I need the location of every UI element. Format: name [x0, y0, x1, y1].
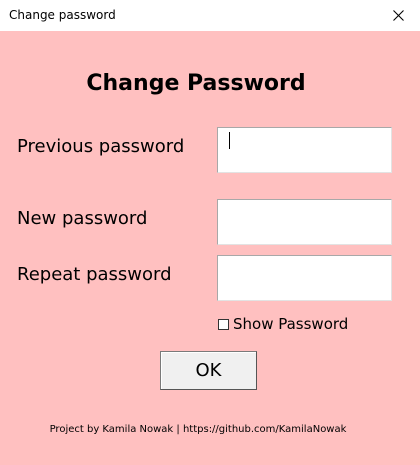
close-icon	[392, 10, 404, 21]
repeat-password-label: Repeat password	[17, 264, 172, 285]
repeat-password-input[interactable]	[217, 255, 392, 301]
title-bar: Change password	[0, 0, 420, 31]
ok-button[interactable]: OK	[160, 351, 257, 390]
checkbox-box[interactable]	[218, 318, 229, 330]
previous-password-input[interactable]	[217, 127, 392, 173]
text-caret	[229, 132, 230, 149]
new-password-label: New password	[17, 208, 148, 229]
form-heading: Change Password	[86, 71, 306, 96]
change-password-window: Change password Change Password Previous…	[0, 0, 420, 465]
previous-password-label: Previous password	[17, 136, 185, 157]
new-password-input[interactable]	[217, 199, 392, 245]
window-title: Change password	[9, 8, 116, 22]
close-button[interactable]	[376, 0, 420, 31]
show-password-label: Show Password	[233, 315, 349, 333]
show-password-checkbox[interactable]: Show Password	[218, 315, 348, 333]
footer-credit: Project by Kamila Nowak | https://github…	[49, 424, 347, 435]
